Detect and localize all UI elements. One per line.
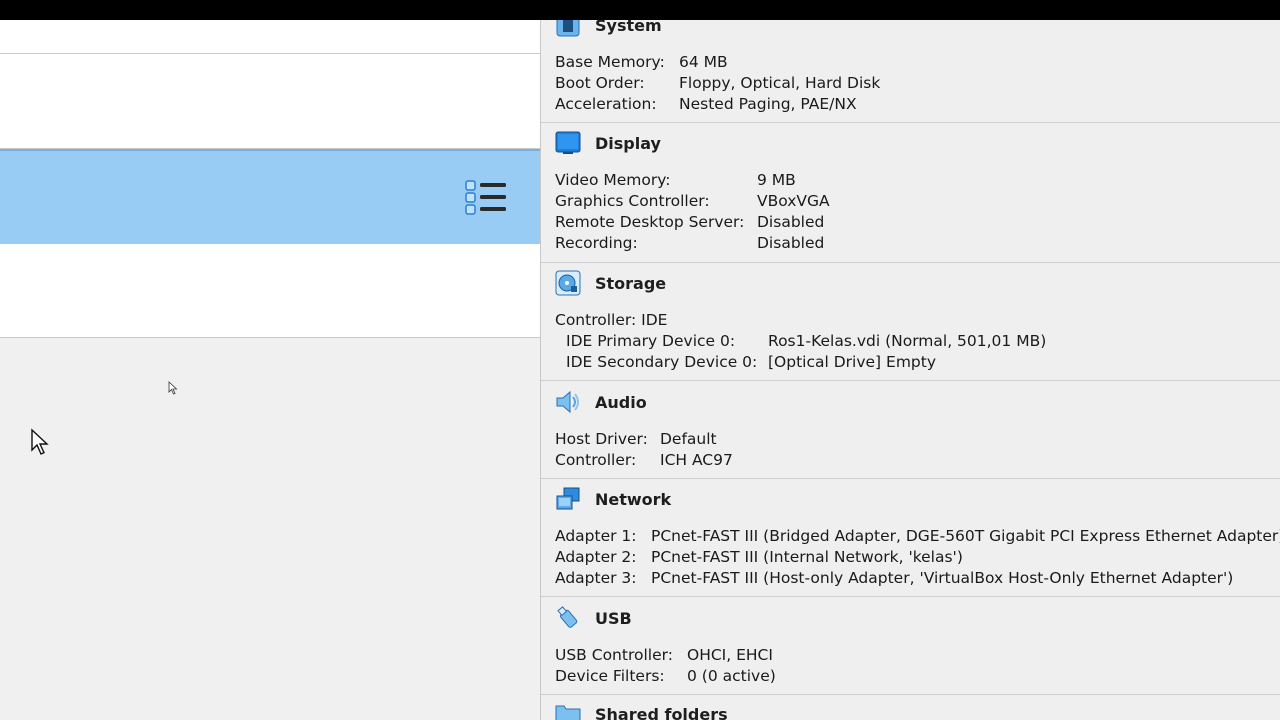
display-row: Video Memory: 9 MB	[555, 171, 796, 189]
network-section-header[interactable]: Network	[555, 486, 671, 512]
section-divider	[541, 380, 1280, 381]
section-divider	[541, 478, 1280, 479]
usb-icon	[555, 605, 581, 631]
mouse-pointer-icon	[168, 380, 178, 399]
network-row: Adapter 1: PCnet-FAST III (Bridged Adapte…	[555, 527, 1280, 545]
network-row: Adapter 3: PCnet-FAST III (Host-only Adap…	[555, 569, 1234, 587]
audio-row: Host Driver: Default	[555, 430, 717, 448]
system-row: Boot Order: Floppy, Optical, Hard Disk	[555, 74, 881, 92]
shared-folders-section-header[interactable]: Shared folders	[555, 701, 728, 720]
vm-list-item[interactable]	[0, 20, 540, 54]
audio-row: Controller: ICH AC97	[555, 451, 733, 469]
vm-list-item-selected[interactable]	[0, 149, 540, 246]
storage-icon	[555, 270, 581, 296]
storage-row: IDE Secondary Device 0: [Optical Drive] E…	[566, 353, 937, 371]
system-row: Acceleration: Nested Paging, PAE/NX	[555, 95, 857, 113]
top-black-bar	[0, 0, 1280, 20]
network-title: Network	[595, 489, 672, 509]
section-divider	[541, 122, 1280, 123]
audio-section-header[interactable]: Audio	[555, 389, 647, 415]
vm-details-pane: System Base Memory: 64 MB Boot Order: Flop…	[540, 0, 1280, 720]
display-row: Remote Desktop Server: Disabled	[555, 213, 825, 231]
audio-speaker-icon	[555, 389, 581, 415]
vm-list-pane	[0, 20, 540, 720]
storage-row: Controller: IDE	[555, 311, 668, 329]
audio-title: Audio	[595, 392, 647, 412]
vm-list-item[interactable]	[0, 244, 540, 338]
usb-title: USB	[595, 608, 632, 628]
display-section-header[interactable]: Display	[555, 130, 661, 156]
mouse-pointer-icon	[30, 428, 50, 460]
display-icon	[555, 130, 581, 156]
system-row: Base Memory: 64 MB	[555, 53, 728, 71]
usb-row: Device Filters: 0 (0 active)	[555, 667, 776, 685]
section-divider	[541, 694, 1280, 695]
storage-section-header[interactable]: Storage	[555, 270, 666, 296]
section-divider	[541, 596, 1280, 597]
shared-folder-icon	[555, 701, 581, 720]
network-icon	[555, 486, 581, 512]
display-row: Graphics Controller: VBoxVGA	[555, 192, 830, 210]
shared-folders-title: Shared folders	[595, 704, 728, 720]
machine-tools-menu-icon[interactable]	[464, 178, 508, 218]
section-divider	[541, 262, 1280, 263]
usb-row: USB Controller: OHCI, EHCI	[555, 646, 773, 664]
vm-list-item[interactable]	[0, 54, 540, 149]
storage-title: Storage	[595, 273, 667, 293]
usb-section-header[interactable]: USB	[555, 605, 632, 631]
network-row: Adapter 2: PCnet-FAST III (Internal Netwo…	[555, 548, 963, 566]
display-title: Display	[595, 133, 661, 153]
storage-row: IDE Primary Device 0: Ros1-Kelas.vdi (Nor…	[566, 332, 1047, 350]
display-row: Recording: Disabled	[555, 234, 825, 252]
